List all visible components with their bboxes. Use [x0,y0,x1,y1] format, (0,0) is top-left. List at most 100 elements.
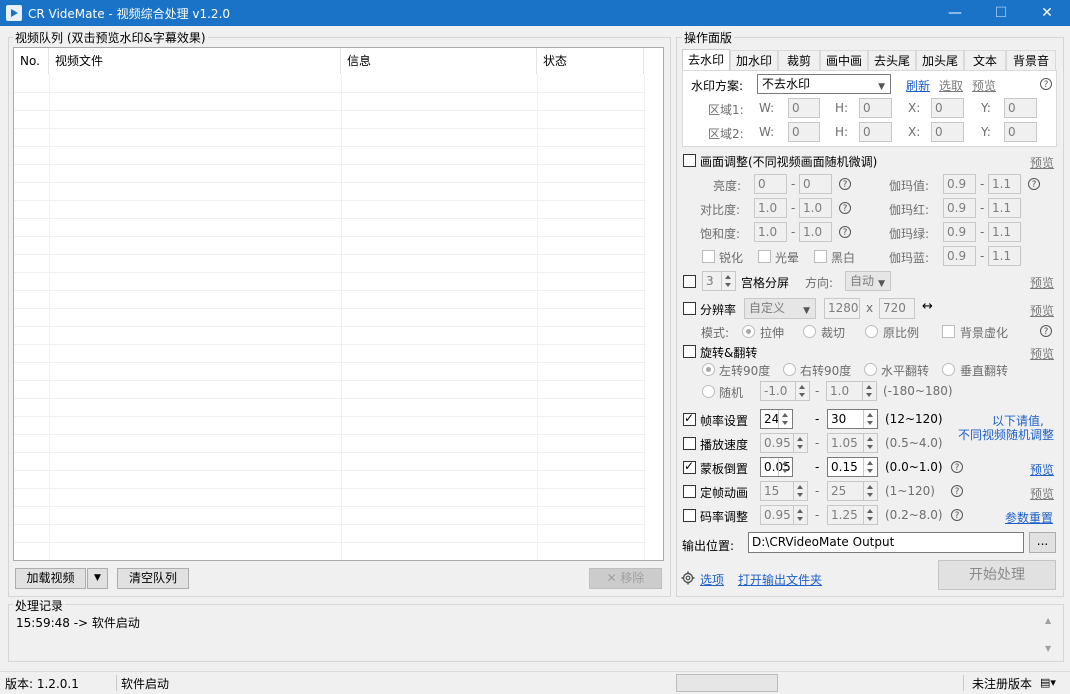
area2-w-input[interactable]: 0 [788,122,820,142]
area2-x-input[interactable]: 0 [931,122,964,142]
output-path-input[interactable]: D:\CRVideoMate Output [748,532,1024,553]
grid-split-preview-link[interactable]: 预览 [1030,274,1054,291]
vflip-radio[interactable] [942,363,955,376]
gamma-green-max-input[interactable]: 1.1 [988,222,1021,242]
saturation-max-input[interactable]: 1.0 [799,222,832,242]
grid-split-checkbox[interactable] [683,275,696,288]
hflip-radio[interactable] [864,363,877,376]
framerate-min-stepper[interactable]: 24 [760,409,793,429]
blur-bg-checkbox[interactable] [942,325,955,338]
fixed-frame-max-stepper[interactable]: 25 [827,481,878,501]
area2-h-input[interactable]: 0 [859,122,892,142]
area1-w-input[interactable]: 0 [788,98,820,118]
open-output-link[interactable]: 打开输出文件夹 [738,571,822,588]
close-button[interactable]: ✕ [1024,0,1070,26]
help-icon[interactable]: ? [951,485,963,497]
rotate-preview-link[interactable]: 预览 [1030,345,1054,362]
tab-pip[interactable]: 画中画 [820,50,868,70]
fixed-frame-preview-link[interactable]: 预览 [1030,485,1054,502]
help-icon[interactable]: ? [839,226,851,238]
resolution-height-input[interactable]: 720 [879,298,915,319]
contrast-min-input[interactable]: 1.0 [754,198,787,218]
resolution-checkbox[interactable] [683,302,696,315]
bitrate-min-stepper[interactable]: 0.95 [760,505,808,525]
rotate-right-radio[interactable] [783,363,796,376]
reset-params-link[interactable]: 参数重置 [1005,509,1053,526]
grid-split-stepper[interactable]: 3 [702,271,736,291]
sharpen-checkbox[interactable] [702,250,715,263]
gamma-green-min-input[interactable]: 0.9 [943,222,976,242]
browse-button[interactable]: ... [1029,532,1056,553]
bw-checkbox[interactable] [814,250,827,263]
gamma-red-max-input[interactable]: 1.1 [988,198,1021,218]
area1-y-input[interactable]: 0 [1004,98,1037,118]
log-scrollbar[interactable]: ▲ ▼ [1043,612,1057,656]
speed-min-stepper[interactable]: 0.95 [760,433,808,453]
area1-h-input[interactable]: 0 [859,98,892,118]
framerate-max-stepper[interactable]: 30 [827,409,878,429]
scheme-select[interactable]: 不去水印 ▼ [757,74,891,94]
mask-preview-link[interactable]: 预览 [1030,461,1054,478]
chevron-up-icon[interactable]: ▲ [1045,616,1051,625]
image-adjust-checkbox[interactable] [683,154,696,167]
menu-icon[interactable]: ▤▾ [1040,676,1060,690]
help-icon[interactable]: ? [1040,78,1052,90]
rotate-min-stepper[interactable]: -1.0 [760,381,810,401]
tab-crop[interactable]: 裁剪 [778,50,820,70]
remove-button[interactable]: ✕ 移除 [589,568,662,589]
column-header[interactable]: 视频文件 [49,48,341,74]
log-area[interactable]: 15:59:48 -> 软件启动 [14,612,1041,656]
crop-radio[interactable] [803,325,816,338]
help-icon[interactable]: ? [951,461,963,473]
help-icon[interactable]: ? [1028,178,1040,190]
speed-max-stepper[interactable]: 1.05 [827,433,878,453]
bitrate-checkbox[interactable] [683,509,696,522]
mask-max-stepper[interactable]: 0.15 [827,457,878,477]
gamma-red-min-input[interactable]: 0.9 [943,198,976,218]
contrast-max-input[interactable]: 1.0 [799,198,832,218]
clear-queue-button[interactable]: 清空队列 [117,568,189,589]
mask-min-stepper[interactable]: 0.05 [760,457,793,477]
swap-icon[interactable]: ↔ [922,299,933,314]
area1-x-input[interactable]: 0 [931,98,964,118]
tab-remove-watermark[interactable]: 去水印 [682,49,730,71]
tab-add-ends[interactable]: 加头尾 [916,50,964,70]
column-header[interactable]: 信息 [341,48,537,74]
chevron-down-icon[interactable]: ▼ [1045,644,1051,653]
speed-checkbox[interactable] [683,437,696,450]
gamma-blue-max-input[interactable]: 1.1 [988,246,1021,266]
options-link[interactable]: 选项 [700,571,724,588]
rotate-checkbox[interactable] [683,345,696,358]
help-icon[interactable]: ? [951,509,963,521]
resolution-preset-select[interactable]: 自定义 ▼ [744,298,816,319]
column-header[interactable]: 状态 [537,48,644,74]
gamma-min-input[interactable]: 0.9 [943,174,976,194]
start-button[interactable]: 开始处理 [938,560,1056,590]
preview-link[interactable]: 预览 [972,77,996,94]
tab-add-watermark[interactable]: 加水印 [730,50,778,70]
fixed-frame-checkbox[interactable] [683,485,696,498]
video-table[interactable]: No. 视频文件 信息 状态 [13,47,664,561]
resolution-preview-link[interactable]: 预览 [1030,302,1054,319]
mask-checkbox[interactable] [683,459,696,474]
image-adjust-preview-link[interactable]: 预览 [1030,154,1054,171]
direction-select[interactable]: 自动 ▼ [845,271,891,291]
brightness-max-input[interactable]: 0 [799,174,832,194]
tab-trim[interactable]: 去头尾 [868,50,916,70]
maximize-button[interactable]: ☐ [978,0,1024,26]
rotate-left-radio[interactable] [702,363,715,376]
gamma-blue-min-input[interactable]: 0.9 [943,246,976,266]
column-header[interactable]: No. [14,48,49,74]
tab-bgm[interactable]: 背景音 [1006,50,1056,70]
minimize-button[interactable]: — [932,0,978,26]
fixed-frame-min-stepper[interactable]: 15 [760,481,808,501]
bitrate-max-stepper[interactable]: 1.25 [827,505,878,525]
gamma-max-input[interactable]: 1.1 [988,174,1021,194]
load-dropdown-button[interactable]: ▼ [87,568,108,589]
gear-icon[interactable] [681,571,695,585]
resolution-width-input[interactable]: 1280 [824,298,860,319]
refresh-link[interactable]: 刷新 [906,77,930,94]
help-icon[interactable]: ? [839,178,851,190]
help-icon[interactable]: ? [1040,325,1052,337]
area2-y-input[interactable]: 0 [1004,122,1037,142]
